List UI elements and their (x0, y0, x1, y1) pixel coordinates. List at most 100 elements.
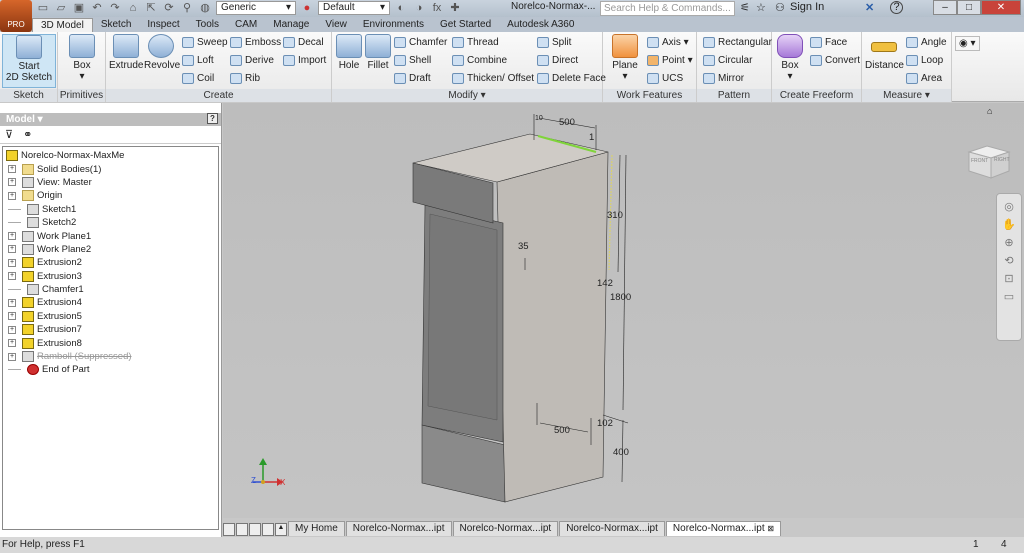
tree-node[interactable]: + Extrusion3 (3, 270, 218, 283)
measure-panel-expander[interactable]: Measure ▾ (862, 89, 951, 102)
tab-environments[interactable]: Environments (355, 18, 432, 32)
expand-icon[interactable]: + (8, 312, 16, 321)
chamfer-button[interactable]: Chamfer (394, 37, 447, 48)
home-view-icon[interactable]: ⌂ (987, 106, 992, 116)
tree-node[interactable]: + Work Plane2 (3, 243, 218, 256)
expand-icon[interactable]: + (8, 325, 16, 334)
dimension-top-offset[interactable]: 10 (535, 115, 543, 122)
tab-sketch[interactable]: Sketch (93, 18, 140, 32)
dimension-top-width[interactable]: 500 (559, 117, 575, 128)
tab-3d-model[interactable]: 3D Model (32, 18, 93, 32)
tab-view[interactable]: View (317, 18, 355, 32)
orbit-icon[interactable]: ⟲ (997, 252, 1021, 270)
freeform-box-button[interactable]: Box ▾ (776, 34, 804, 82)
parameters-icon[interactable]: fx (430, 1, 444, 15)
combine-button[interactable]: Combine (452, 55, 507, 66)
decal-button[interactable]: Decal (283, 37, 324, 48)
document-tab[interactable]: Norelco-Normax...ipt (559, 521, 665, 536)
hole-button[interactable]: Hole (335, 34, 363, 71)
dimension-base-height[interactable]: 400 (613, 447, 629, 458)
minimize-button[interactable]: – (933, 0, 957, 15)
expand-icon[interactable]: + (8, 339, 16, 348)
circular-pattern-button[interactable]: Circular (703, 55, 752, 66)
tile-horizontal-icon[interactable] (249, 523, 261, 536)
3d-viewport[interactable]: 500 10 1 310 35 142 1800 500 102 400 Z X… (223, 103, 1024, 518)
tree-node[interactable]: + Extrusion8 (3, 336, 218, 349)
search-input[interactable]: Search Help & Commands... (600, 1, 735, 16)
tree-node[interactable]: Chamfer1 (3, 283, 218, 296)
derive-button[interactable]: Derive (230, 55, 274, 66)
tab-my-home[interactable]: My Home (288, 521, 345, 536)
appearance-select[interactable]: Default ▾ (318, 1, 390, 15)
tree-node[interactable]: Sketch1 (3, 203, 218, 216)
tile-icon[interactable] (236, 523, 248, 536)
axis-button[interactable]: Axis ▾ (647, 37, 689, 48)
loop-button[interactable]: Loop (906, 55, 943, 66)
find-binoculars-icon[interactable]: ⚭ (23, 128, 32, 141)
coil-button[interactable]: Coil (182, 73, 214, 84)
add-icon[interactable]: ✚ (448, 1, 462, 15)
document-tab-active[interactable]: Norelco-Normax...ipt ⊠ (665, 521, 782, 536)
tab-cam[interactable]: CAM (227, 18, 265, 32)
box-button[interactable]: Box ▾ (68, 34, 96, 82)
dimension-upper-height[interactable]: 310 (607, 210, 623, 221)
look-at-icon[interactable]: ⊡ (997, 270, 1021, 288)
tab-list-icon[interactable]: ▲ (275, 523, 287, 536)
thicken-offset-button[interactable]: Thicken/ Offset (452, 73, 534, 84)
tree-node[interactable]: + View: Master (3, 176, 218, 189)
ribbon-options-button[interactable]: ◉ ▾ (955, 36, 980, 51)
application-menu-button[interactable]: PRO (0, 0, 32, 32)
tree-node[interactable]: + Extrusion7 (3, 323, 218, 336)
ucs-button[interactable]: UCS (647, 73, 683, 84)
mirror-button[interactable]: Mirror (703, 73, 744, 84)
expand-icon[interactable]: + (8, 245, 16, 254)
maximize-button[interactable]: □ (957, 0, 981, 15)
expand-icon[interactable]: + (8, 191, 16, 200)
material-select[interactable]: Generic ▾ (216, 1, 296, 15)
browser-help-icon[interactable]: ? (207, 113, 218, 124)
import-button[interactable]: Import (283, 55, 326, 66)
point-button[interactable]: Point ▾ (647, 55, 693, 66)
emboss-button[interactable]: Emboss (230, 37, 281, 48)
expand-icon[interactable]: + (8, 272, 16, 281)
tree-node[interactable]: + Origin (3, 189, 218, 202)
exchange-apps-icon[interactable]: ✕ (865, 1, 874, 14)
close-tab-icon[interactable]: ⊠ (767, 524, 774, 533)
pan-icon[interactable]: ✋ (997, 216, 1021, 234)
tree-node[interactable]: + Extrusion2 (3, 256, 218, 269)
dimension-total-height[interactable]: 1800 (610, 292, 631, 303)
close-button[interactable]: ✕ (981, 0, 1021, 15)
tab-inspect[interactable]: Inspect (139, 18, 187, 32)
convert-button[interactable]: Convert (810, 55, 860, 66)
expand-icon[interactable]: + (8, 178, 16, 187)
undo-icon[interactable]: ↶ (90, 1, 104, 15)
document-tab[interactable]: Norelco-Normax...ipt (452, 521, 559, 536)
filter-icon[interactable]: ⊽ (5, 128, 13, 141)
viewcube[interactable]: FRONT RIGHT (965, 140, 1013, 180)
angle-button[interactable]: Angle (906, 37, 947, 48)
distance-button[interactable]: Distance (865, 34, 904, 71)
expand-icon[interactable]: + (8, 258, 16, 267)
extrude-button[interactable]: Extrude (109, 34, 143, 71)
cascade-icon[interactable] (223, 523, 235, 536)
sweep-button[interactable]: Sweep (182, 37, 228, 48)
browser-header[interactable]: Model ▾? (0, 113, 221, 126)
new-icon[interactable]: ▭ (36, 1, 50, 15)
expand-icon[interactable]: + (8, 352, 16, 361)
save-icon[interactable]: ▣ (72, 1, 86, 15)
tree-node[interactable]: + Ramboll (Suppressed) (3, 350, 218, 363)
sign-in-link[interactable]: Sign In (790, 1, 824, 13)
user-icon[interactable]: ⚇ (775, 1, 785, 14)
return-icon[interactable]: ⇱ (144, 1, 158, 15)
dimension-bottom-width[interactable]: 500 (554, 425, 570, 436)
dimension-top-small[interactable]: 1 (589, 132, 594, 143)
tree-node[interactable]: + Extrusion5 (3, 310, 218, 323)
select-icon[interactable]: ⚲ (180, 1, 194, 15)
tab-manage[interactable]: Manage (265, 18, 317, 32)
loft-button[interactable]: Loft (182, 55, 214, 66)
face-button[interactable]: Face (810, 37, 847, 48)
shell-button[interactable]: Shell (394, 55, 431, 66)
dimension-35[interactable]: 35 (518, 241, 529, 252)
dimension-142[interactable]: 142 (597, 278, 613, 289)
clear-appearance-icon[interactable]: ◑ (412, 1, 426, 15)
